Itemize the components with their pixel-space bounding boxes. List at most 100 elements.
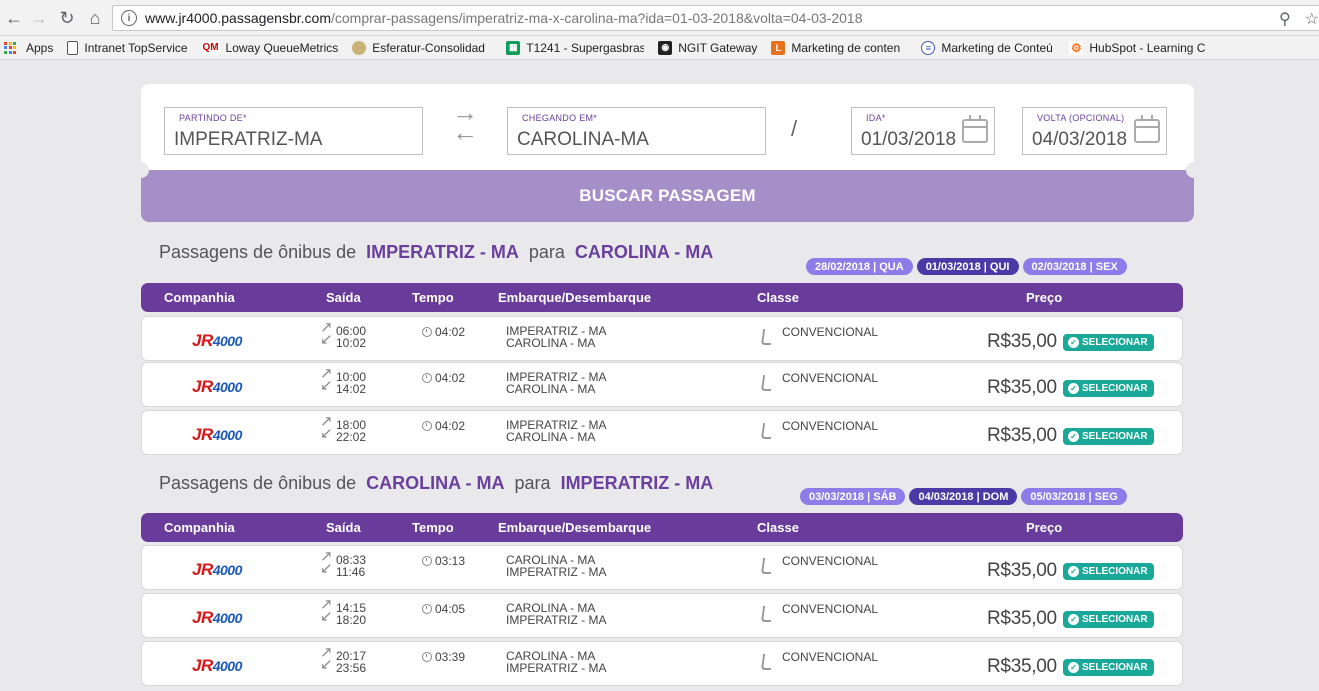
select-label: SELECIONAR bbox=[1082, 614, 1148, 625]
logo-text: JR bbox=[192, 656, 213, 675]
date-pill[interactable]: 03/03/2018 | SÁB bbox=[800, 488, 906, 505]
class-label: CONVENCIONAL bbox=[782, 602, 879, 616]
select-button[interactable]: ✓ SELECIONAR bbox=[1063, 380, 1154, 397]
forward-arrow-icon[interactable]: → bbox=[27, 6, 51, 30]
bus-class: CONVENCIONAL bbox=[760, 419, 879, 439]
back-arrow-icon[interactable]: ← bbox=[2, 6, 26, 30]
swap-arrows-icon[interactable]: → ← bbox=[448, 99, 482, 146]
bookmark-intranet[interactable]: Intranet TopService bbox=[67, 40, 188, 55]
route: CAROLINA - MA IMPERATRIZ - MA bbox=[506, 650, 606, 674]
date-pill[interactable]: 02/03/2018 | SEX bbox=[1022, 258, 1127, 275]
hubspot-icon: ⚙ bbox=[1069, 40, 1084, 55]
zoom-icon[interactable]: ⚲ bbox=[1279, 9, 1291, 29]
route: IMPERATRIZ - MA CAROLINA - MA bbox=[506, 419, 606, 443]
destination-field[interactable]: CHEGANDO EM* CAROLINA-MA bbox=[507, 107, 766, 155]
bookmark-marketing-1[interactable]: L Marketing de conten bbox=[771, 40, 907, 55]
table-row: JR4000 ↗ 08:33 ↙ 11:46 03:13 CAROLINA - MA IMPE… bbox=[141, 545, 1183, 590]
bookmark-label: Loway QueueMetrics bbox=[225, 40, 339, 55]
clock-icon bbox=[422, 556, 432, 566]
clock-icon bbox=[422, 373, 432, 383]
destination-label: CHEGANDO EM* bbox=[522, 113, 598, 123]
arrival-time: 11:46 bbox=[336, 565, 366, 579]
check-icon: ✓ bbox=[1068, 566, 1079, 577]
clock-icon bbox=[422, 421, 432, 431]
header-saida: Saída bbox=[326, 520, 361, 535]
url-bar[interactable]: i www.jr4000.passagensbr.com/comprar-pas… bbox=[112, 5, 1319, 31]
volta-field[interactable]: VOLTA (OPCIONAL) 04/03/2018 bbox=[1022, 107, 1167, 155]
table-header-outbound: Companhia Saída Tempo Embarque/Desembarq… bbox=[141, 283, 1183, 312]
search-button[interactable]: BUSCAR PASSAGEM bbox=[141, 170, 1194, 222]
logo-number: 4000 bbox=[212, 333, 243, 349]
select-button[interactable]: ✓ SELECIONAR bbox=[1063, 334, 1154, 351]
ida-field[interactable]: IDA* 01/03/2018 bbox=[851, 107, 995, 155]
disembark-city: IMPERATRIZ - MA bbox=[506, 661, 607, 675]
class-label: CONVENCIONAL bbox=[782, 419, 879, 433]
section-prefix: Passagens de ônibus de bbox=[159, 242, 357, 262]
date-pill[interactable]: 05/03/2018 | SEG bbox=[1021, 488, 1127, 505]
select-button[interactable]: ✓ SELECIONAR bbox=[1063, 428, 1154, 445]
duration-value: 04:02 bbox=[435, 371, 466, 385]
calendar-icon[interactable] bbox=[1134, 115, 1160, 143]
clock-icon bbox=[422, 327, 432, 337]
bookmark-label: Marketing de conten bbox=[791, 40, 901, 55]
select-button[interactable]: ✓ SELECIONAR bbox=[1063, 659, 1154, 676]
esferatur-icon bbox=[352, 40, 367, 55]
info-icon[interactable]: i bbox=[121, 10, 137, 26]
company-logo: JR4000 bbox=[192, 425, 242, 445]
route: CAROLINA - MA IMPERATRIZ - MA bbox=[506, 554, 606, 578]
disembark-city: CAROLINA - MA bbox=[506, 336, 596, 350]
browser-toolbar: ← → ↻ ⌂ i www.jr4000.passagensbr.com/com… bbox=[0, 0, 1319, 36]
disembark-city: CAROLINA - MA bbox=[506, 382, 596, 396]
bookmark-apps[interactable]: Apps bbox=[4, 41, 53, 55]
duration: 04:02 bbox=[422, 419, 465, 433]
bookmark-marketing-2[interactable]: ≡ Marketing de Conteú bbox=[921, 40, 1055, 55]
departure-arrival: ↗ 14:15 ↙ 18:20 bbox=[320, 597, 366, 626]
duration-value: 03:39 bbox=[435, 650, 466, 664]
select-label: SELECIONAR bbox=[1082, 566, 1148, 577]
date-selector-return: 03/03/2018 | SÁB 04/03/2018 | DOM 05/03/… bbox=[800, 488, 1127, 505]
company-logo: JR4000 bbox=[192, 656, 242, 676]
table-row: JR4000 ↗ 06:00 ↙ 10:02 04:02 IMPERATRIZ - MA CA… bbox=[141, 316, 1183, 361]
bookmark-supergasbras[interactable]: ▦ T1241 - Supergasbras bbox=[506, 40, 644, 55]
arrival-arrow-icon: ↙ bbox=[320, 425, 333, 442]
destination-input[interactable]: CAROLINA-MA bbox=[517, 129, 649, 151]
price: R$35,00 bbox=[987, 560, 1057, 581]
select-button[interactable]: ✓ SELECIONAR bbox=[1063, 611, 1154, 628]
header-tempo: Tempo bbox=[412, 520, 454, 535]
origin-field[interactable]: PARTINDO DE* IMPERATRIZ-MA bbox=[164, 107, 423, 155]
date-pill-active[interactable]: 04/03/2018 | DOM bbox=[909, 488, 1018, 505]
company-logo: JR4000 bbox=[192, 608, 242, 628]
arrival-time: 14:02 bbox=[336, 382, 367, 396]
disembark-city: IMPERATRIZ - MA bbox=[506, 565, 607, 579]
header-companhia: Companhia bbox=[164, 290, 235, 305]
date-pill-active[interactable]: 01/03/2018 | QUI bbox=[916, 258, 1019, 275]
volta-input[interactable]: 04/03/2018 bbox=[1032, 129, 1127, 151]
select-button[interactable]: ✓ SELECIONAR bbox=[1063, 563, 1154, 580]
bookmark-ngit[interactable]: ◉ NGIT Gateway bbox=[658, 40, 757, 55]
disembark-city: CAROLINA - MA bbox=[506, 430, 596, 444]
table-row: JR4000 ↗ 14:15 ↙ 18:20 04:05 CAROLINA - MA IMPE… bbox=[141, 593, 1183, 638]
departure-arrival: ↗ 06:00 ↙ 10:02 bbox=[320, 320, 366, 349]
date-pill[interactable]: 28/02/2018 | QUA bbox=[806, 258, 913, 275]
route: CAROLINA - MA IMPERATRIZ - MA bbox=[506, 602, 606, 626]
page-icon bbox=[67, 40, 79, 55]
header-classe: Classe bbox=[757, 520, 799, 535]
section-joiner: para bbox=[514, 473, 551, 493]
ngit-icon: ◉ bbox=[658, 40, 673, 55]
arrival-arrow-icon: ↙ bbox=[320, 560, 333, 577]
bookmark-esferatur[interactable]: Esferatur-Consolidad bbox=[352, 40, 492, 55]
bookmark-queuemetrics[interactable]: QM Loway QueueMetrics bbox=[201, 40, 339, 55]
home-icon[interactable]: ⌂ bbox=[83, 6, 107, 30]
section-title-outbound: Passagens de ônibus de IMPERATRIZ - MA p… bbox=[159, 242, 713, 263]
check-icon: ✓ bbox=[1068, 431, 1079, 442]
bookmark-hubspot[interactable]: ⚙ HubSpot - Learning C bbox=[1069, 40, 1209, 55]
ida-input[interactable]: 01/03/2018 bbox=[861, 129, 956, 151]
calendar-icon[interactable] bbox=[962, 115, 988, 143]
reload-icon[interactable]: ↻ bbox=[55, 6, 79, 30]
header-companhia: Companhia bbox=[164, 520, 235, 535]
origin-input[interactable]: IMPERATRIZ-MA bbox=[174, 129, 322, 151]
price: R$35,00 bbox=[987, 331, 1057, 352]
date-selector-outbound: 28/02/2018 | QUA 01/03/2018 | QUI 02/03/… bbox=[806, 258, 1127, 275]
bookmark-star-icon[interactable]: ☆ bbox=[1305, 9, 1319, 29]
seat-icon bbox=[760, 606, 774, 622]
